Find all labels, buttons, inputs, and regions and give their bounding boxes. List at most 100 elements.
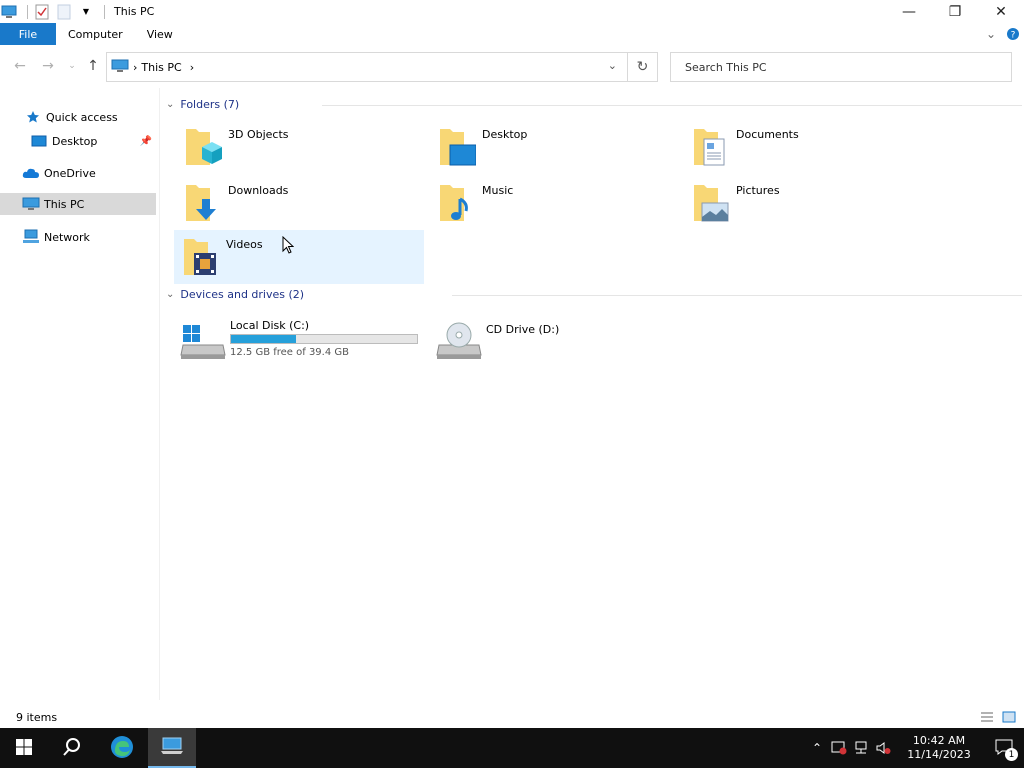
- drive-local-disk-c[interactable]: Local Disk (C:) 12.5 GB free of 39.4 GB: [176, 316, 426, 366]
- toolbar-separator: [104, 4, 105, 19]
- network-icon: [22, 228, 40, 246]
- nav-item-this-pc[interactable]: This PC: [0, 193, 156, 215]
- 3d-objects-folder-icon: [176, 120, 228, 174]
- nav-item-label: This PC: [44, 197, 85, 211]
- properties-icon[interactable]: [33, 3, 51, 21]
- drive-label: Local Disk (C:): [230, 319, 310, 332]
- content-pane: ⌄ Folders (7) 3D Objects Desktop Documen…: [162, 88, 1024, 700]
- volume-muted-icon[interactable]: [872, 728, 894, 768]
- edge-button[interactable]: [98, 728, 146, 768]
- clock-time: 10:42 AM: [912, 734, 966, 747]
- search-placeholder: Search This PC: [685, 60, 767, 74]
- clock[interactable]: 10:42 AM 11/14/2023: [894, 734, 984, 762]
- music-folder-icon: [430, 176, 482, 230]
- nav-item-network[interactable]: Network: [0, 226, 156, 248]
- computer-icon[interactable]: [0, 3, 18, 21]
- show-hidden-icons-chevron-icon[interactable]: ⌃: [806, 728, 828, 768]
- expand-ribbon-icon[interactable]: ⌄: [980, 23, 1002, 45]
- close-button[interactable]: ✕: [978, 0, 1024, 23]
- downloads-folder-icon: [176, 176, 228, 230]
- nav-item-label: Network: [44, 230, 90, 244]
- title-bar: ▼ This PC — ❐ ✕: [0, 0, 1024, 23]
- forward-button[interactable]: →: [38, 56, 58, 76]
- security-alert-icon[interactable]: [828, 728, 850, 768]
- up-button[interactable]: ↑: [83, 56, 103, 76]
- folder-3d-objects[interactable]: 3D Objects: [176, 120, 426, 174]
- start-button[interactable]: [0, 728, 48, 768]
- folder-documents[interactable]: Documents: [684, 120, 934, 174]
- folder-music[interactable]: Music: [430, 176, 680, 230]
- folder-pictures[interactable]: Pictures: [684, 176, 934, 230]
- collapse-chevron-icon[interactable]: ⌄: [166, 289, 174, 300]
- tab-computer[interactable]: Computer: [56, 23, 135, 45]
- file-explorer-taskbar-button[interactable]: [148, 728, 196, 768]
- nav-item-label: Desktop: [52, 134, 98, 148]
- desktop-folder-icon: [430, 120, 482, 174]
- toolbar-separator: [27, 4, 28, 19]
- nav-item-label: OneDrive: [44, 166, 96, 180]
- ribbon-controls: ⌄ ?: [980, 23, 1024, 45]
- drive-free-space: 12.5 GB free of 39.4 GB: [230, 347, 349, 358]
- system-tray: ⌃ 10:42 AM 11/14/2023 1: [806, 728, 1024, 768]
- search-input[interactable]: Search This PC: [670, 52, 1012, 82]
- nav-item-quick-access[interactable]: Quick access: [0, 106, 156, 128]
- help-icon[interactable]: ?: [1002, 23, 1024, 45]
- address-row: ← → ⌄ ↑ › This PC › ⌄ ↻ Search This PC: [0, 50, 1024, 84]
- status-bar: 9 items: [0, 706, 1024, 728]
- folder-label: Desktop: [482, 128, 528, 141]
- folder-videos[interactable]: Videos: [174, 230, 424, 284]
- address-history-chevron-icon[interactable]: ⌄: [608, 59, 617, 72]
- recent-locations-chevron-icon[interactable]: ⌄: [62, 56, 82, 76]
- drives-group-header[interactable]: ⌄ Devices and drives (2): [166, 288, 304, 301]
- network-status-icon[interactable]: [850, 728, 872, 768]
- minimize-button[interactable]: —: [886, 0, 932, 23]
- search-button[interactable]: [48, 728, 96, 768]
- star-icon: [24, 108, 42, 126]
- pin-icon[interactable]: 📌: [140, 136, 152, 147]
- nav-item-onedrive[interactable]: OneDrive: [0, 162, 156, 184]
- cloud-icon: [22, 164, 40, 182]
- notification-count-badge: 1: [1005, 748, 1018, 761]
- drive-info: Local Disk (C:) 12.5 GB free of 39.4 GB: [230, 319, 418, 358]
- mouse-cursor-icon: [282, 235, 295, 257]
- computer-icon: [111, 59, 129, 76]
- tab-view[interactable]: View: [135, 23, 185, 45]
- customize-toolbar-chevron-icon[interactable]: ▼: [77, 3, 95, 21]
- large-icons-view-icon[interactable]: [1000, 709, 1018, 725]
- back-button[interactable]: ←: [10, 56, 30, 76]
- breadcrumb-this-pc[interactable]: This PC: [141, 61, 181, 74]
- folder-downloads[interactable]: Downloads: [176, 176, 426, 230]
- search-icon: [62, 737, 82, 760]
- drive-cd-d[interactable]: CD Drive (D:): [432, 316, 682, 366]
- folder-label: Downloads: [228, 184, 289, 197]
- caption-buttons: — ❐ ✕: [886, 0, 1024, 23]
- details-view-icon[interactable]: [978, 709, 996, 725]
- breadcrumb-separator[interactable]: ›: [190, 61, 194, 74]
- documents-folder-icon: [684, 120, 736, 174]
- quick-access-toolbar: ▼ This PC: [0, 0, 154, 23]
- window-title: This PC: [114, 5, 155, 18]
- group-divider: [452, 295, 1022, 296]
- group-title: Devices and drives (2): [180, 288, 305, 301]
- action-center-button[interactable]: 1: [984, 728, 1024, 768]
- folder-label: 3D Objects: [228, 128, 289, 141]
- svg-text:?: ?: [1011, 31, 1016, 41]
- folder-label: Documents: [736, 128, 799, 141]
- maximize-button[interactable]: ❐: [932, 0, 978, 23]
- pane-divider[interactable]: [159, 88, 160, 700]
- collapse-chevron-icon[interactable]: ⌄: [166, 99, 174, 110]
- nav-item-desktop[interactable]: Desktop 📌: [0, 130, 156, 152]
- windows-logo-icon: [16, 738, 32, 758]
- item-count: 9 items: [16, 710, 58, 724]
- desktop-icon: [30, 132, 48, 150]
- new-folder-icon[interactable]: [55, 3, 73, 21]
- group-divider: [322, 105, 1022, 106]
- folders-group-header[interactable]: ⌄ Folders (7): [166, 98, 239, 111]
- breadcrumb-separator: ›: [133, 60, 138, 74]
- tab-file[interactable]: File: [0, 23, 56, 45]
- videos-folder-icon: [174, 230, 226, 284]
- folder-desktop[interactable]: Desktop: [430, 120, 680, 174]
- refresh-button[interactable]: ↻: [627, 53, 657, 81]
- address-bar[interactable]: › This PC › ⌄ ↻: [106, 52, 658, 82]
- drive-label: CD Drive (D:): [486, 323, 560, 336]
